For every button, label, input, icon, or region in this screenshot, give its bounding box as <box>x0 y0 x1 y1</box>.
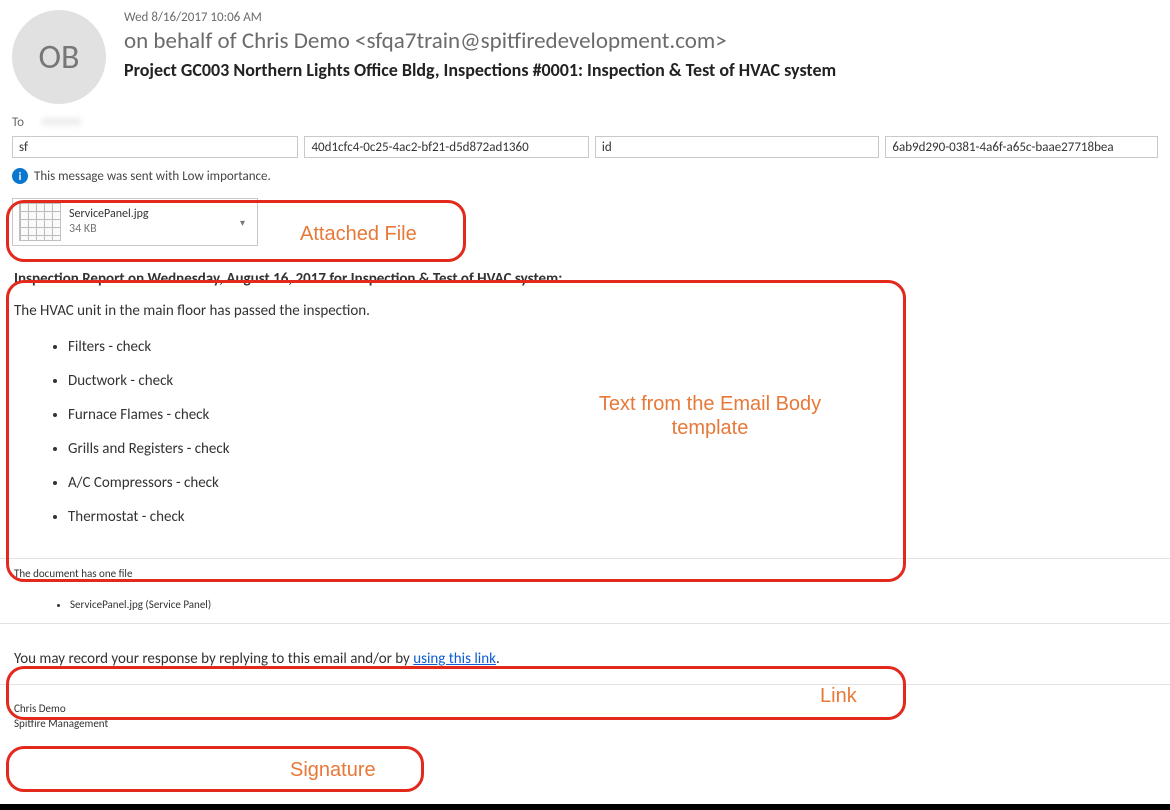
attachment-thumbnail-icon <box>19 203 61 241</box>
attachment-area: ServicePanel.jpg 34 KB ▾ <box>0 194 1170 250</box>
response-suffix: . <box>496 650 500 668</box>
annotation-label-signature: Signature <box>290 758 376 782</box>
list-item: Thermostat - check <box>68 508 1156 526</box>
list-item: Ductwork - check <box>68 372 1156 390</box>
property-field-4[interactable]: 6ab9d290-0381-4a6f-a65c-baae27718bea <box>885 136 1158 158</box>
list-item: Furnace Flames - check <box>68 406 1156 424</box>
signature-name: Chris Demo <box>14 701 1156 716</box>
list-item: Grills and Registers - check <box>68 440 1156 458</box>
from-line: on behalf of Chris Demo <sfqa7train@spit… <box>124 27 1158 55</box>
divider <box>0 623 1170 624</box>
to-label: To <box>12 115 42 130</box>
header-text-block: Wed 8/16/2017 10:06 AM on behalf of Chri… <box>106 10 1158 104</box>
list-item: Filters - check <box>68 338 1156 356</box>
avatar-initials: OB <box>38 37 79 78</box>
to-recipient-redacted: xxxxxxx <box>42 114 202 130</box>
email-body: Inspection Report on Wednesday, August 1… <box>0 262 1170 550</box>
property-field-1[interactable]: sf <box>12 136 298 158</box>
document-file-note: The document has one file <box>0 567 1170 580</box>
info-icon: i <box>12 168 28 184</box>
response-link[interactable]: using this link <box>413 650 496 668</box>
attachment-info: ServicePanel.jpg 34 KB <box>69 207 226 237</box>
attachment-size: 34 KB <box>69 222 226 237</box>
response-line: You may record your response by replying… <box>0 632 1170 676</box>
annotation-box-signature <box>6 746 424 792</box>
divider <box>0 558 1170 559</box>
avatar: OB <box>12 10 106 104</box>
to-row: To xxxxxxx <box>0 110 1170 132</box>
subject-line: Project GC003 Northern Lights Office Bld… <box>124 59 1158 81</box>
properties-row: sf 40d1cfc4-0c25-4ac2-bf21-d5d872ad1360 … <box>0 132 1170 162</box>
property-field-2[interactable]: 40d1cfc4-0c25-4ac2-bf21-d5d872ad1360 <box>304 136 588 158</box>
divider <box>0 684 1170 685</box>
list-item: A/C Compressors - check <box>68 474 1156 492</box>
importance-text: This message was sent with Low importanc… <box>34 169 271 184</box>
signature-company: Spitfire Management <box>14 716 1156 731</box>
document-file-list: ServicePanel.jpg (Service Panel) <box>0 598 1170 611</box>
report-intro: The HVAC unit in the main floor has pass… <box>14 302 1156 320</box>
attachment-chip[interactable]: ServicePanel.jpg 34 KB ▾ <box>12 198 258 246</box>
report-heading: Inspection Report on Wednesday, August 1… <box>14 270 1156 288</box>
response-prefix: You may record your response by replying… <box>14 650 413 668</box>
property-field-3[interactable]: id <box>595 136 879 158</box>
attachment-dropdown-icon[interactable]: ▾ <box>234 216 251 229</box>
signature-block: Chris Demo Spitfire Management <box>0 693 1170 739</box>
bottom-strip <box>0 804 1170 810</box>
importance-row: i This message was sent with Low importa… <box>0 162 1170 194</box>
list-item: ServicePanel.jpg (Service Panel) <box>70 598 1170 611</box>
email-header: OB Wed 8/16/2017 10:06 AM on behalf of C… <box>0 0 1170 110</box>
inspection-check-list: Filters - check Ductwork - check Furnace… <box>14 338 1156 526</box>
attachment-name: ServicePanel.jpg <box>69 207 226 222</box>
timestamp: Wed 8/16/2017 10:06 AM <box>124 10 1158 25</box>
